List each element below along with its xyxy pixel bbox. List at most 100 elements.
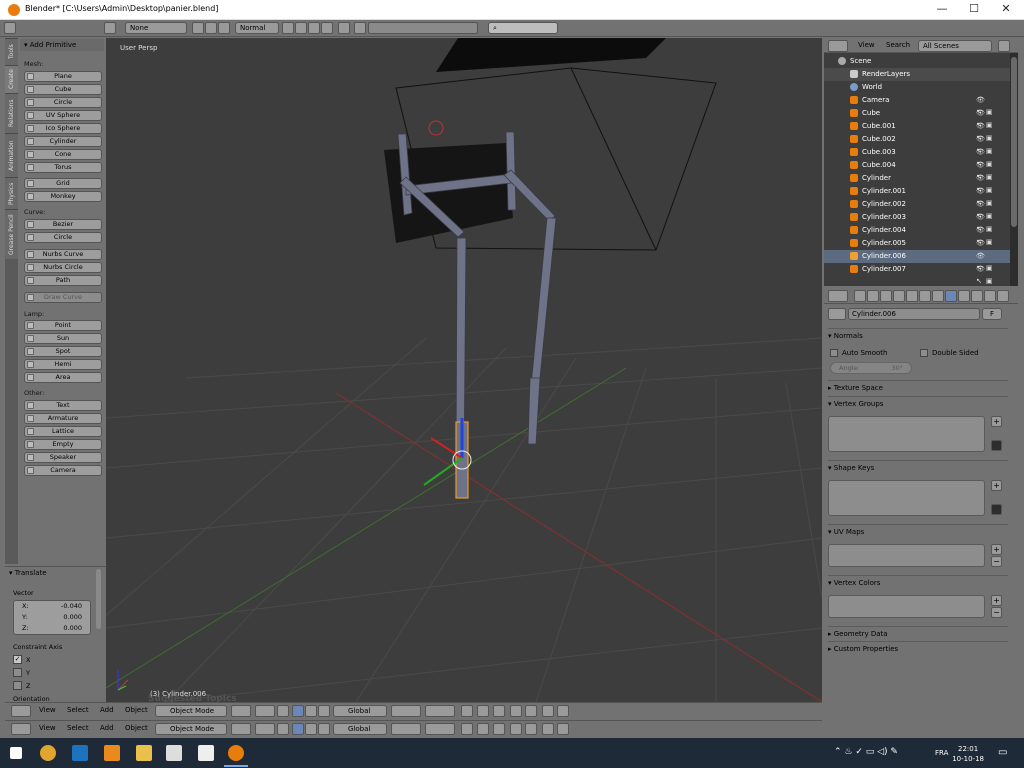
render-engine-select[interactable]: None (125, 22, 187, 34)
visibility-icons[interactable]: 👁↖▣ (976, 172, 1008, 194)
add-uv-sphere-button[interactable]: UV Sphere (24, 110, 102, 121)
shading-mode-icon[interactable] (231, 705, 251, 717)
outliner-row[interactable]: Cylinder.001 👁↖▣ (824, 185, 1010, 207)
visibility-icons[interactable]: 👁↖▣ (976, 250, 1008, 272)
rotate-manipulator-icon-2[interactable] (305, 723, 317, 735)
menu-collapse[interactable] (18, 22, 40, 34)
add-point-lamp-button[interactable]: Point (24, 320, 102, 331)
modifiers-tab-icon[interactable] (932, 290, 944, 302)
close-button[interactable]: ✕ (992, 2, 1020, 18)
layer-lock-icon-2[interactable] (461, 723, 473, 735)
outliner-row[interactable]: Cube 👁↖▣ (824, 107, 1010, 129)
vertex-groups-panel-header[interactable]: ▾ Vertex Groups (828, 396, 1008, 410)
scale-manipulator-icon-2[interactable] (318, 723, 330, 735)
properties-editor-icon[interactable] (828, 290, 848, 302)
shape-keys-list[interactable] (828, 480, 985, 516)
tab-relations[interactable]: Relations (5, 93, 18, 133)
texture-space-panel-header[interactable]: ▸ Texture Space (828, 380, 1008, 394)
rotate-manipulator-icon[interactable] (305, 705, 317, 717)
menu-add[interactable]: Add (100, 706, 114, 714)
shape-key-menu-button[interactable] (991, 504, 1002, 515)
maximize-button[interactable]: ☐ (960, 2, 988, 18)
menu-select-2[interactable]: Select (67, 724, 89, 732)
translate-manipulator-icon[interactable] (292, 705, 304, 717)
add-vertex-group-button[interactable]: + (991, 416, 1002, 427)
outliner-row[interactable]: Cylinder.007 👁↖▣ (824, 263, 1010, 285)
add-monkey-button[interactable]: Monkey (24, 191, 102, 202)
add-uv-map-button[interactable]: + (991, 544, 1002, 555)
language-indicator[interactable]: FRA (935, 749, 948, 757)
constraint-y-checkbox[interactable] (13, 668, 22, 677)
store-icon[interactable] (166, 745, 182, 761)
angle-field[interactable]: Angle: 30° (830, 362, 912, 374)
visibility-icons[interactable]: 👁↖▣ (976, 120, 1008, 142)
editor-type-icon[interactable] (4, 22, 16, 34)
fake-user-button[interactable]: F (982, 308, 1002, 320)
outliner-row[interactable]: Cube.003 👁↖▣ (824, 146, 1010, 168)
outliner-row[interactable]: Camera 👁↖▣ (824, 94, 1010, 116)
render-layer-icon[interactable] (477, 705, 489, 717)
shape-keys-panel-header[interactable]: ▾ Shape Keys (828, 460, 1008, 474)
data-tab-icon[interactable] (945, 290, 957, 302)
snap-target-icon-2[interactable] (525, 723, 537, 735)
double-sided-checkbox[interactable] (920, 349, 928, 357)
add-camera-button[interactable]: Camera (24, 465, 102, 476)
edge-icon[interactable] (72, 745, 88, 761)
add-vertex-color-button[interactable]: + (991, 595, 1002, 606)
add-grid-button[interactable]: Grid (24, 178, 102, 189)
transform-orientation-select[interactable]: Global (333, 705, 387, 717)
add-armature-button[interactable]: Armature (24, 413, 102, 424)
outliner-menu-view[interactable]: View (858, 41, 875, 49)
layer-lock-icon[interactable] (461, 705, 473, 717)
add-sun-lamp-button[interactable]: Sun (24, 333, 102, 344)
tab-grease-pencil[interactable]: Grease Pencil (5, 209, 18, 259)
add-path-button[interactable]: Path (24, 275, 102, 286)
remove-vertex-color-button[interactable]: − (991, 607, 1002, 618)
uv-maps-panel-header[interactable]: ▾ UV Maps (828, 524, 1008, 538)
add-hemi-lamp-button[interactable]: Hemi (24, 359, 102, 370)
outliner-row[interactable]: Cylinder.002 👁↖▣ (824, 198, 1010, 220)
scene-tab-icon[interactable] (880, 290, 892, 302)
visibility-icons[interactable]: 👁↖▣ (976, 211, 1008, 233)
minimize-button[interactable]: — (928, 2, 956, 18)
opengl-anim-icon-2[interactable] (557, 723, 569, 735)
menu-view-2[interactable]: View (39, 724, 56, 732)
display-mode-select[interactable]: All Scenes (918, 40, 992, 52)
opengl-render-icon[interactable] (542, 705, 554, 717)
translate-manipulator-icon-2[interactable] (292, 723, 304, 735)
vertex-group-menu-button[interactable] (991, 440, 1002, 451)
render-layer-icon-2[interactable] (477, 723, 489, 735)
add-empty-button[interactable]: Empty (24, 439, 102, 450)
outliner-row[interactable]: RenderLayers (824, 68, 1010, 81)
tab-animation[interactable]: Animation (5, 133, 18, 177)
outliner-scroll-thumb[interactable] (1011, 57, 1017, 227)
blender-taskbar-icon[interactable] (228, 745, 244, 761)
vertex-colors-panel-header[interactable]: ▾ Vertex Colors (828, 575, 1008, 589)
layers-grid-a[interactable] (391, 705, 421, 717)
menu-object[interactable]: Object (125, 706, 148, 714)
render-engine-icon[interactable] (104, 22, 116, 34)
constraint-x-checkbox[interactable]: ✓ (13, 655, 22, 664)
outliner-row[interactable]: World (824, 81, 1010, 94)
visibility-icons[interactable]: 👁↖▣ (976, 263, 1008, 285)
geometry-data-panel-header[interactable]: ▸ Geometry Data (828, 626, 1008, 640)
ab-icon[interactable] (282, 22, 294, 34)
add-lattice-button[interactable]: Lattice (24, 426, 102, 437)
transform-orientation-select-2[interactable]: Global (333, 723, 387, 735)
z-value[interactable]: 0.000 (63, 624, 82, 632)
3d-cursor-icon[interactable] (428, 120, 444, 136)
vertex-groups-list[interactable] (828, 416, 985, 452)
physics-tab-icon[interactable] (997, 290, 1009, 302)
mail-icon[interactable] (198, 745, 214, 761)
add-cone-button[interactable]: Cone (24, 149, 102, 160)
snap-target-icon[interactable] (525, 705, 537, 717)
normals-panel-header[interactable]: ▾ Normals (828, 328, 1008, 342)
tab-tools[interactable]: Tools (5, 38, 18, 65)
outliner-filter-icon[interactable] (998, 40, 1010, 52)
opengl-anim-icon[interactable] (557, 705, 569, 717)
tab-physics[interactable]: Physics (5, 177, 18, 209)
notification-icon[interactable]: ▭ (998, 747, 1007, 758)
outliner-scrollbar[interactable] (1010, 53, 1018, 286)
menu-add-2[interactable]: Add (100, 724, 114, 732)
add-cylinder-button[interactable]: Cylinder (24, 136, 102, 147)
